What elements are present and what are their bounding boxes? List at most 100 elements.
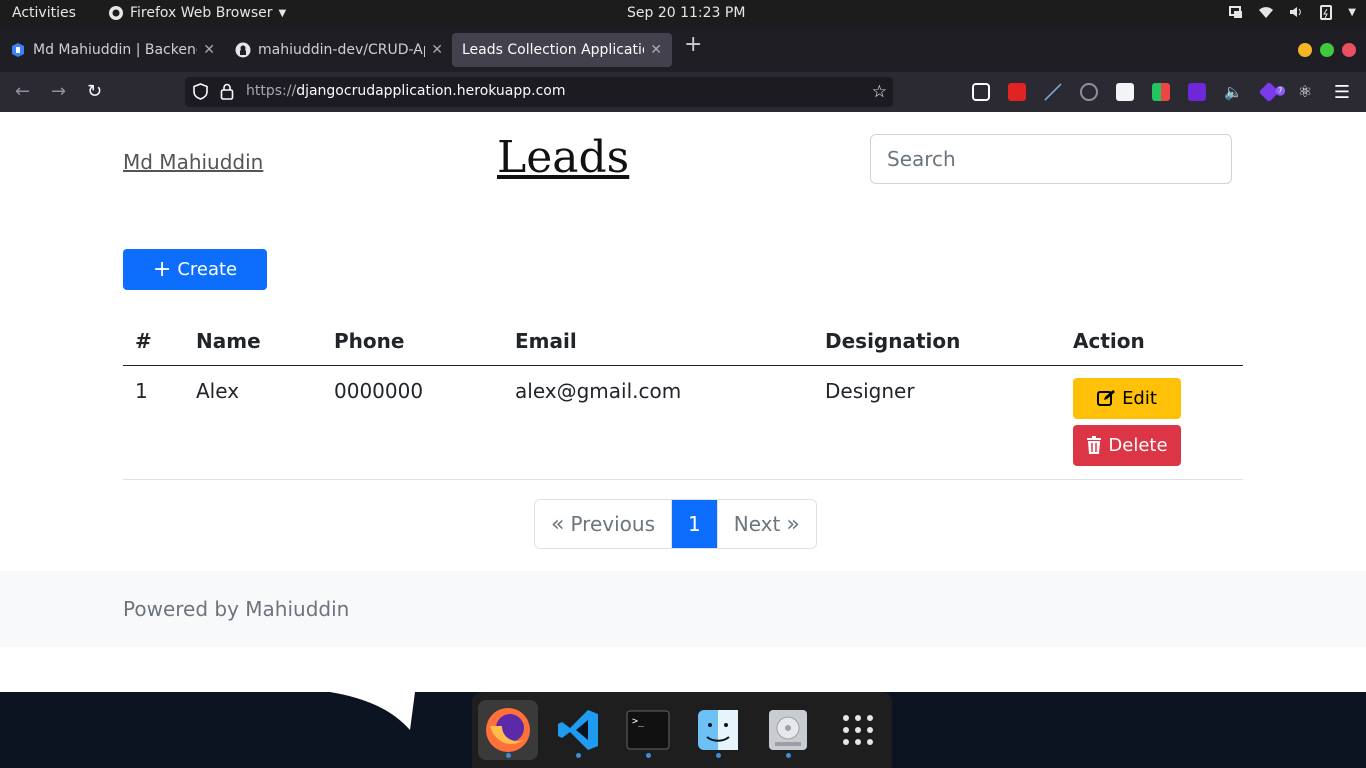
extensions-toolbar: 🔈 7 ⚛ [972, 81, 1314, 103]
react-devtools-icon[interactable]: ⚛ [1296, 83, 1314, 101]
brand-link[interactable]: Md Mahiuddin [123, 150, 263, 174]
dock-firefox[interactable] [478, 700, 538, 760]
url-protocol: https:// [246, 83, 297, 99]
layers-extension-icon[interactable]: 7 [1258, 81, 1286, 103]
create-button[interactable]: + Create [123, 249, 267, 290]
table-row: 1 Alex 0000000 alex@gmail.com Designer E… [123, 365, 1243, 480]
desktop-background: >_ [0, 692, 1366, 768]
cell-phone: 0000000 [322, 365, 503, 480]
navigation-toolbar: ← → ↻ https://djangocrudapplication.hero… [0, 72, 1366, 112]
dock: >_ [472, 692, 892, 768]
cell-actions: Edit Delete [1061, 365, 1243, 480]
plus-icon: + [152, 256, 172, 282]
cell-email: alex@gmail.com [503, 365, 813, 480]
cell-number: 1 [123, 365, 184, 480]
purple-extension-icon[interactable] [1188, 83, 1206, 101]
screen-share-icon [1229, 6, 1243, 18]
url-text[interactable]: https://djangocrudapplication.herokuapp.… [246, 83, 566, 99]
next-page-button[interactable]: Next » [716, 500, 816, 548]
double-chevron-left-icon: « [551, 511, 565, 537]
extension-badge: 7 [1275, 86, 1286, 96]
web-page: Md Mahiuddin Leads + Create # Name Phone… [0, 112, 1366, 692]
chevron-down-icon: ▼ [278, 7, 287, 19]
dock-disk[interactable] [758, 700, 818, 760]
tab-title: Leads Collection Application [462, 42, 645, 58]
volume-icon[interactable]: 🔈 [1224, 83, 1243, 101]
close-window-button[interactable] [1342, 43, 1356, 57]
search-input[interactable] [870, 134, 1232, 184]
tab-github[interactable]: mahiuddin-dev/CRUD-Ap ✕ [225, 33, 453, 67]
app-grid-icon [843, 715, 873, 745]
tab-leads[interactable]: Leads Collection Application ✕ [452, 33, 672, 67]
footer-text: Powered by Mahiuddin [123, 597, 350, 621]
notes-extension-icon[interactable] [1116, 83, 1134, 101]
running-indicator [576, 753, 581, 758]
footer: Powered by Mahiuddin [0, 571, 1366, 647]
create-label: Create [177, 259, 238, 280]
previous-page-button[interactable]: « Previous [535, 500, 671, 548]
dock-files[interactable] [688, 700, 748, 760]
minimize-button[interactable] [1298, 43, 1312, 57]
media-extension-icon[interactable] [1008, 83, 1026, 101]
tab-title: Md Mahiuddin | Backend [33, 42, 198, 58]
chevron-down-icon: ▼ [1348, 6, 1356, 18]
column-header-name: Name [184, 317, 322, 366]
close-icon[interactable]: ✕ [203, 42, 215, 58]
app-menu[interactable]: Firefox Web Browser ▼ [108, 5, 286, 21]
firefox-icon [486, 708, 530, 752]
maximize-button[interactable] [1320, 43, 1334, 57]
column-header-phone: Phone [322, 317, 503, 366]
dock-vscode[interactable] [548, 700, 608, 760]
firefox-small-icon [109, 6, 123, 20]
address-bar[interactable]: https://djangocrudapplication.herokuapp.… [185, 77, 893, 107]
shield-icon[interactable] [193, 83, 208, 100]
colorful-extension-icon[interactable] [1152, 83, 1170, 101]
delete-button[interactable]: Delete [1073, 424, 1181, 466]
hamburger-menu-icon[interactable]: ☰ [1334, 82, 1350, 103]
close-icon[interactable]: ✕ [650, 42, 662, 58]
tab-portfolio[interactable]: Md Mahiuddin | Backend ✕ [0, 33, 225, 67]
lock-icon[interactable] [220, 83, 234, 100]
running-indicator [506, 753, 511, 758]
cell-name: Alex [184, 365, 322, 480]
close-icon[interactable]: ✕ [431, 42, 443, 58]
tab-strip: Md Mahiuddin | Backend ✕ mahiuddin-dev/C… [0, 27, 1366, 72]
clock[interactable]: Sep 20 11:23 PM [627, 5, 745, 21]
system-top-bar: Activities Firefox Web Browser ▼ Sep 20 … [0, 0, 1366, 27]
pagination: « Previous 1 Next » [534, 499, 817, 549]
svg-text:>_: >_ [632, 716, 645, 727]
url-host: djangocrudapplication.herokuapp.com [296, 83, 566, 99]
bookmark-star-icon[interactable]: ☆ [872, 82, 887, 102]
next-label: Next [733, 512, 781, 536]
finder-icon [698, 710, 738, 750]
edit-button[interactable]: Edit [1073, 377, 1181, 419]
reload-icon[interactable]: ↻ [87, 82, 102, 102]
app-name: Firefox Web Browser [130, 5, 273, 21]
trash-icon [1087, 436, 1102, 454]
page-title[interactable]: Leads [497, 132, 629, 183]
edit-label: Edit [1122, 387, 1157, 409]
portfolio-icon [12, 43, 24, 57]
system-tray[interactable]: ▼ [1228, 4, 1356, 20]
forward-icon[interactable]: → [51, 82, 66, 102]
activities-button[interactable]: Activities [12, 5, 76, 21]
dock-show-apps[interactable] [828, 700, 888, 760]
dock-terminal[interactable]: >_ [618, 700, 678, 760]
wifi-icon [1259, 7, 1274, 18]
double-chevron-right-icon: » [786, 511, 800, 537]
pocket-icon[interactable] [972, 83, 990, 101]
color-picker-icon[interactable] [1044, 83, 1062, 101]
compass-icon[interactable] [1080, 83, 1098, 101]
column-header-number: # [123, 317, 184, 366]
terminal-icon: >_ [626, 710, 670, 750]
edit-icon [1097, 390, 1116, 406]
column-header-action: Action [1061, 317, 1243, 366]
current-page-button[interactable]: 1 [671, 500, 717, 548]
back-icon[interactable]: ← [15, 82, 30, 102]
new-tab-icon[interactable]: + [684, 34, 702, 56]
delete-label: Delete [1108, 434, 1168, 456]
disk-drive-icon [769, 710, 807, 750]
github-icon [235, 42, 251, 58]
previous-label: Previous [570, 512, 655, 536]
window-controls [1298, 43, 1356, 57]
